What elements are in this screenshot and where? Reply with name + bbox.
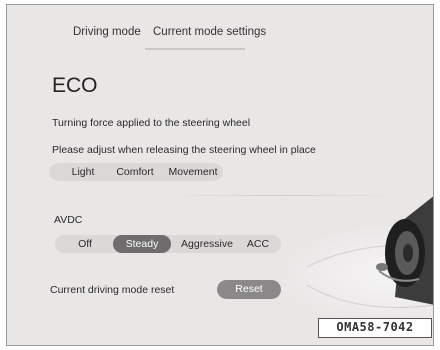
tab-bar: Driving mode Current mode settings bbox=[7, 5, 433, 50]
steering-description: Turning force applied to the steering wh… bbox=[52, 117, 251, 129]
steering-option-movement[interactable]: Movement bbox=[165, 163, 221, 181]
avdc-option-off[interactable]: Off bbox=[67, 235, 103, 253]
avdc-label: AVDC bbox=[54, 214, 83, 226]
settings-screen: Driving mode Current mode settings ECO T… bbox=[6, 4, 434, 346]
steering-force-selector: Light Comfort Movement bbox=[49, 163, 223, 181]
tab-current-mode-settings[interactable]: Current mode settings bbox=[153, 26, 266, 38]
active-tab-indicator bbox=[145, 48, 245, 50]
steering-instruction: Please adjust when releasing the steerin… bbox=[52, 144, 316, 156]
reset-label: Current driving mode reset bbox=[50, 284, 175, 296]
avdc-option-aggressive[interactable]: Aggressive bbox=[177, 235, 237, 253]
avdc-option-steady[interactable]: Steady bbox=[113, 235, 171, 253]
avdc-option-acc[interactable]: ACC bbox=[241, 235, 275, 253]
figure-code: OMA58-7042 bbox=[318, 318, 432, 338]
avdc-selector: Off Steady Aggressive ACC bbox=[55, 235, 281, 253]
steering-option-light[interactable]: Light bbox=[63, 163, 103, 181]
tab-driving-mode[interactable]: Driving mode bbox=[73, 26, 141, 38]
reset-button[interactable]: Reset bbox=[217, 280, 281, 299]
section-divider bbox=[167, 195, 397, 196]
steering-option-comfort[interactable]: Comfort bbox=[109, 163, 161, 181]
mode-title: ECO bbox=[52, 74, 98, 97]
